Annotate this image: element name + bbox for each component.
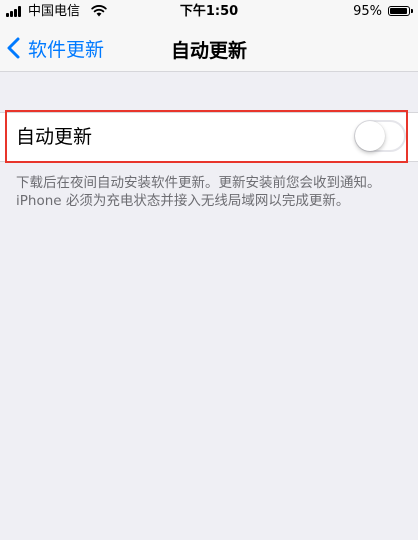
battery-tip [411, 9, 413, 13]
auto-update-description: 下载后在夜间自动安装软件更新。更新安装前您会收到通知。iPhone 必须为充电状… [16, 175, 381, 209]
page-title: 自动更新 [170, 40, 247, 62]
auto-update-toggle[interactable] [354, 120, 406, 152]
battery-percent: 95% [353, 4, 382, 19]
battery-icon [388, 6, 410, 16]
auto-update-row: 自动更新 [0, 113, 418, 162]
auto-update-label: 自动更新 [16, 126, 93, 148]
toggle-knob [355, 121, 385, 151]
status-bar: 中国电信 下午1:50 95% [0, 0, 418, 24]
navigation-bar: 软件更新 自动更新 [0, 24, 418, 72]
